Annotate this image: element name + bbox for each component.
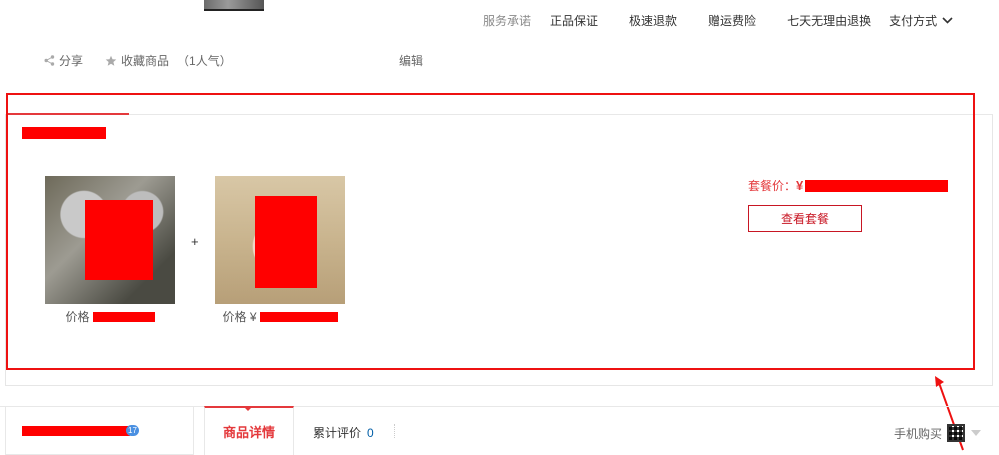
product-image-baby[interactable] bbox=[215, 176, 345, 304]
share-label: 分享 bbox=[59, 54, 84, 68]
tab-reviews-label: 累计评价 bbox=[313, 426, 362, 440]
product-price-label: 价格 ¥ bbox=[222, 310, 257, 324]
mobile-buy[interactable]: 手机购买 bbox=[894, 424, 982, 442]
service-genuine[interactable]: 正品保证 bbox=[550, 12, 598, 29]
package-tab-indicator bbox=[6, 113, 129, 115]
redacted-package-price bbox=[805, 179, 949, 192]
package-price: 套餐价： ¥ bbox=[748, 177, 949, 194]
service-shipping-insurance[interactable]: 赠运费险 bbox=[708, 12, 756, 29]
tab-divider bbox=[394, 424, 395, 438]
service-title: 服务承诺 bbox=[483, 13, 532, 28]
redaction-box bbox=[255, 196, 317, 288]
payment-methods-label: 支付方式 bbox=[889, 13, 938, 28]
redacted-shop-name bbox=[22, 426, 130, 436]
package-product-1[interactable]: 价格 bbox=[45, 176, 175, 325]
product-price: 价格 bbox=[45, 308, 175, 325]
favorite-label: 收藏商品 bbox=[121, 54, 170, 68]
payment-methods-dropdown[interactable]: 支付方式 bbox=[889, 12, 953, 29]
service-promises: 服务承诺 正品保证 极速退款 赠运费险 七天无理由退换 支付方式 bbox=[483, 12, 953, 28]
star-icon bbox=[105, 55, 117, 66]
product-price: 价格 ¥ bbox=[215, 308, 345, 325]
redaction-box bbox=[85, 200, 153, 280]
reviews-count: 0 bbox=[367, 425, 374, 440]
redacted-price bbox=[259, 311, 338, 322]
share-icon bbox=[44, 55, 55, 66]
package-product-2[interactable]: 价格 ¥ bbox=[215, 176, 345, 325]
product-actions: 分享 收藏商品 （1人气） bbox=[44, 52, 254, 69]
redacted-package-title bbox=[22, 127, 106, 139]
service-fast-refund[interactable]: 极速退款 bbox=[629, 12, 677, 29]
view-package-button[interactable]: 查看套餐 bbox=[748, 205, 862, 232]
redacted-price bbox=[92, 311, 155, 322]
currency-symbol: ¥ bbox=[796, 178, 804, 193]
chevron-down-icon bbox=[942, 16, 953, 24]
mobile-buy-label: 手机购买 bbox=[894, 426, 943, 441]
qr-code-icon bbox=[947, 424, 966, 442]
shop-badge: 17 bbox=[126, 425, 139, 436]
chevron-down-icon bbox=[971, 430, 982, 436]
tab-product-details[interactable]: 商品详情 bbox=[204, 406, 294, 455]
edit-link[interactable]: 编辑 bbox=[399, 52, 423, 69]
favorite-button[interactable]: 收藏商品 （1人气） bbox=[105, 52, 232, 69]
share-button[interactable]: 分享 bbox=[44, 52, 83, 69]
service-seven-day-return[interactable]: 七天无理由退换 bbox=[787, 12, 871, 29]
product-thumbnail[interactable] bbox=[204, 0, 264, 11]
product-price-label: 价格 bbox=[65, 310, 90, 324]
plus-sign: + bbox=[191, 234, 199, 249]
package-price-label: 套餐价： bbox=[748, 179, 797, 193]
tab-reviews[interactable]: 累计评价 0 bbox=[313, 424, 374, 441]
product-image-koala[interactable] bbox=[45, 176, 175, 304]
active-tab-caret bbox=[243, 406, 253, 411]
popularity-count: （1人气） bbox=[177, 54, 232, 68]
